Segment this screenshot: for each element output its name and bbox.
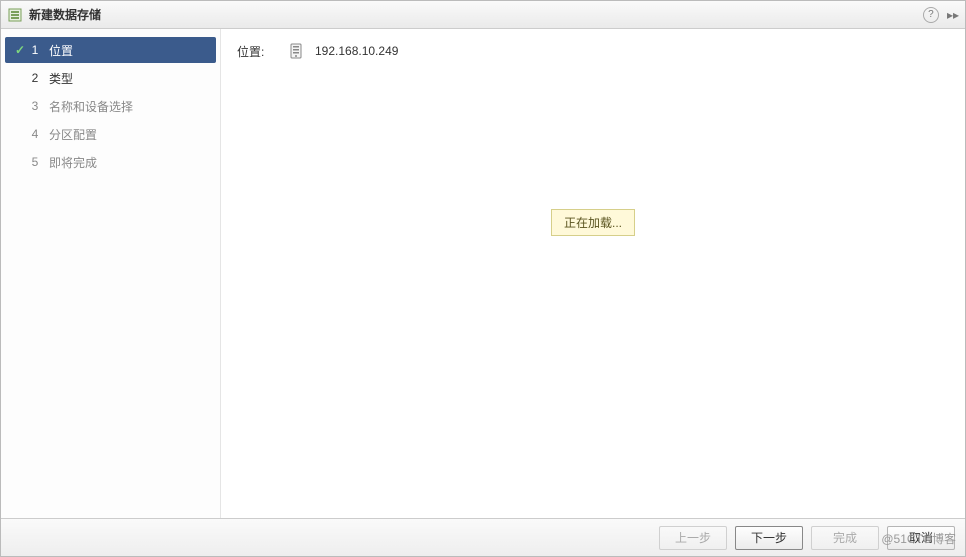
- step-number: 3: [27, 99, 43, 113]
- step-label: 位置: [49, 42, 73, 59]
- step-name-device: ✓ 3 名称和设备选择: [5, 93, 216, 119]
- loading-indicator: 正在加载...: [551, 209, 635, 236]
- step-partition: ✓ 4 分区配置: [5, 121, 216, 147]
- step-type[interactable]: ✓ 2 类型: [5, 65, 216, 91]
- finish-button: 完成: [811, 526, 879, 550]
- dialog-footer: 上一步 下一步 完成 取消: [1, 518, 965, 556]
- step-number: 5: [27, 155, 43, 169]
- expand-icon[interactable]: ▸▸: [947, 8, 959, 22]
- step-location[interactable]: ✓ 1 位置: [5, 37, 216, 63]
- loading-text: 正在加载...: [564, 216, 622, 230]
- titlebar-controls: ? ▸▸: [923, 7, 959, 23]
- check-icon: ✓: [13, 43, 27, 57]
- wizard-content: 位置: 192.168.10.249 正在加载...: [221, 29, 965, 518]
- step-number: 1: [27, 43, 43, 57]
- step-label: 分区配置: [49, 126, 97, 143]
- cancel-button[interactable]: 取消: [887, 526, 955, 550]
- wizard-sidebar: ✓ 1 位置 ✓ 2 类型 ✓ 3 名称和设备选择 ✓ 4 分区配置 ✓ 5: [1, 29, 221, 518]
- host-icon: [289, 42, 303, 60]
- datastore-icon: [7, 7, 23, 23]
- back-button: 上一步: [659, 526, 727, 550]
- location-field: 位置: 192.168.10.249: [237, 39, 949, 63]
- dialog-title: 新建数据存储: [29, 6, 923, 23]
- dialog-body: ✓ 1 位置 ✓ 2 类型 ✓ 3 名称和设备选择 ✓ 4 分区配置 ✓ 5: [1, 29, 965, 518]
- step-label: 类型: [49, 70, 73, 87]
- location-value: 192.168.10.249: [315, 44, 398, 58]
- dialog-titlebar: 新建数据存储 ? ▸▸: [1, 1, 965, 29]
- step-label: 名称和设备选择: [49, 98, 133, 115]
- step-ready: ✓ 5 即将完成: [5, 149, 216, 175]
- new-datastore-dialog: 新建数据存储 ? ▸▸ ✓ 1 位置 ✓ 2 类型 ✓ 3 名称和设备选择: [0, 0, 966, 557]
- step-number: 2: [27, 71, 43, 85]
- location-label: 位置:: [237, 43, 277, 60]
- step-number: 4: [27, 127, 43, 141]
- help-icon[interactable]: ?: [923, 7, 939, 23]
- next-button[interactable]: 下一步: [735, 526, 803, 550]
- step-label: 即将完成: [49, 154, 97, 171]
